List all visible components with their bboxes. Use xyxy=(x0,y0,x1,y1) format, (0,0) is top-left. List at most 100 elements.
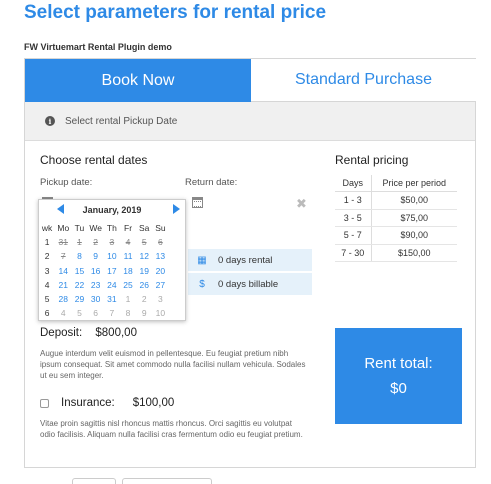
datepicker-day[interactable]: 25 xyxy=(120,280,136,290)
datepicker-grid: wk Mo Tu We Th Fr Sa Su 1 31 1 2 3 4 5 6 2 7 8 9 10 11 12 13 3 1… xyxy=(39,221,185,320)
calendar-icon: ▦ xyxy=(197,254,207,266)
datepicker-day: 1 xyxy=(77,237,82,248)
datepicker-day: 2 xyxy=(141,294,147,305)
deposit-value: $800,00 xyxy=(95,327,137,339)
rent-total-label: Rent total: xyxy=(364,355,433,372)
datepicker-day[interactable]: 30 xyxy=(88,294,104,304)
datepicker-week-number: 4 xyxy=(44,279,50,290)
datepicker-weekday-header: We xyxy=(89,223,102,234)
datepicker-day[interactable]: 20 xyxy=(152,266,168,276)
datepicker-day[interactable]: 26 xyxy=(136,280,152,290)
datepicker-day[interactable]: 12 xyxy=(136,251,152,261)
datepicker-day[interactable]: 16 xyxy=(88,266,104,276)
pricing-price: $50,00 xyxy=(371,191,457,210)
pricing-header-price: Price per period xyxy=(371,175,457,192)
tab-book-now[interactable]: Book Now xyxy=(25,59,251,102)
datepicker-day[interactable]: 23 xyxy=(88,280,104,290)
pricing-row: 3 - 5 $75,00 xyxy=(335,209,457,227)
datepicker-week-row: 3 14 15 16 17 18 19 20 xyxy=(39,264,185,278)
datepicker-day[interactable]: 18 xyxy=(120,266,136,276)
insurance-description: Vitae proin sagittis nisl rhoncus mattis… xyxy=(40,419,303,439)
rent-total-value: $0 xyxy=(390,380,407,397)
datepicker-day: 10 xyxy=(155,308,166,319)
info-circle-icon: i xyxy=(45,116,55,126)
page-subtitle: FW Virtuemart Rental Plugin demo xyxy=(24,42,172,52)
datepicker-day[interactable]: 28 xyxy=(55,294,71,304)
pricing-section-title: Rental pricing xyxy=(335,153,409,167)
pricing-row: 7 - 30 $150,00 xyxy=(335,244,457,262)
datepicker-week-row: 1 31 1 2 3 4 5 6 xyxy=(39,235,185,249)
page-title: Select parameters for rental price xyxy=(24,2,327,23)
clear-return-date-icon[interactable]: ✖ xyxy=(296,196,307,212)
pricing-price: $75,00 xyxy=(371,209,457,227)
datepicker-weekday-header: Fr xyxy=(124,223,133,234)
datepicker-day: 5 xyxy=(141,237,147,248)
pricing-days: 5 - 7 xyxy=(335,226,372,245)
datepicker-day[interactable]: 22 xyxy=(71,280,87,290)
datepicker-week-number: 6 xyxy=(44,308,50,319)
pricing-days: 1 - 3 xyxy=(335,191,372,210)
datepicker-day: 1 xyxy=(125,294,131,305)
datepicker-day[interactable]: 27 xyxy=(152,280,168,290)
datepicker-day[interactable]: 11 xyxy=(120,251,136,261)
datepicker-day: 4 xyxy=(125,237,131,248)
datepicker-week-number: 5 xyxy=(44,294,50,305)
datepicker-day: 4 xyxy=(60,308,66,319)
datepicker-day[interactable]: 31 xyxy=(104,294,120,304)
datepicker-day[interactable]: 21 xyxy=(55,280,71,290)
return-date-label: Return date: xyxy=(185,177,238,188)
datepicker-weeks: 1 31 1 2 3 4 5 6 2 7 8 9 10 11 12 13 3 14 15 16 17 18 19 20 4 21 2… xyxy=(39,235,185,320)
return-calendar-icon[interactable] xyxy=(192,197,203,208)
datepicker-week-row: 2 7 8 9 10 11 12 13 xyxy=(39,249,185,263)
datepicker-day: 5 xyxy=(77,308,82,319)
datepicker-month: January, 2019 xyxy=(82,205,142,215)
datepicker-day[interactable]: 17 xyxy=(104,266,120,276)
datepicker-day[interactable]: 13 xyxy=(152,251,168,261)
deposit-line: Deposit: $800,00 xyxy=(40,327,137,339)
dollar-icon: $ xyxy=(199,278,205,290)
pickup-date-label: Pickup date: xyxy=(40,177,93,188)
datepicker-week-number: 1 xyxy=(44,237,50,248)
info-bar: i Select rental Pickup Date xyxy=(25,102,475,141)
datepicker-weekday-header: Th xyxy=(106,223,117,234)
bottom-control-stub[interactable] xyxy=(72,478,116,484)
rent-total-box: Rent total: $0 xyxy=(335,328,462,424)
insurance-value: $100,00 xyxy=(132,397,175,409)
datepicker-day: 3 xyxy=(158,294,163,305)
datepicker-week-row: 6 4 5 6 7 8 9 10 xyxy=(39,306,185,320)
datepicker-week-number: 3 xyxy=(44,265,50,276)
deposit-label: Deposit: xyxy=(40,327,83,339)
datepicker-day: 9 xyxy=(141,308,147,319)
pricing-header-row: Days Price per period xyxy=(335,175,457,192)
datepicker-day: 8 xyxy=(125,308,131,319)
datepicker-day[interactable]: 10 xyxy=(104,251,120,261)
datepicker-day[interactable]: 24 xyxy=(104,280,120,290)
tab-standard-purchase[interactable]: Standard Purchase xyxy=(251,59,476,102)
insurance-checkbox[interactable] xyxy=(40,398,49,408)
datepicker-day[interactable]: 8 xyxy=(71,251,87,261)
datepicker-day[interactable]: 19 xyxy=(136,266,152,276)
info-bar-text: Select rental Pickup Date xyxy=(65,115,178,127)
datepicker-week-header: wk xyxy=(41,223,53,234)
bottom-control-stub[interactable] xyxy=(122,478,212,484)
datepicker-day[interactable]: 14 xyxy=(55,266,71,276)
datepicker-day[interactable]: 15 xyxy=(71,266,87,276)
insurance-line: Insurance: $100,00 xyxy=(40,397,174,409)
pricing-price: $150,00 xyxy=(371,244,457,262)
datepicker-weekday-row: wk Mo Tu We Th Fr Sa Su xyxy=(39,221,185,235)
rental-days-summary: ▦ 0 days rental xyxy=(188,249,312,271)
datepicker-day[interactable]: 29 xyxy=(71,294,87,304)
datepicker-weekday-header: Tu xyxy=(74,223,85,234)
datepicker-day: 7 xyxy=(60,251,66,262)
next-month-arrow-icon[interactable] xyxy=(173,204,180,214)
pricing-row: 5 - 7 $90,00 xyxy=(335,226,457,245)
pricing-row: 1 - 3 $50,00 xyxy=(335,191,457,210)
datepicker-day[interactable]: 9 xyxy=(88,251,104,261)
datepicker-weekday-header: Su xyxy=(155,223,166,234)
pricing-days: 7 - 30 xyxy=(335,244,372,262)
pricing-days: 3 - 5 xyxy=(335,209,372,227)
datepicker-day: 6 xyxy=(93,308,99,319)
deposit-description: Augue interdum velit euismod in pellente… xyxy=(40,349,306,380)
billable-days-text: 0 days billable xyxy=(218,278,279,290)
pricing-price: $90,00 xyxy=(371,226,457,245)
